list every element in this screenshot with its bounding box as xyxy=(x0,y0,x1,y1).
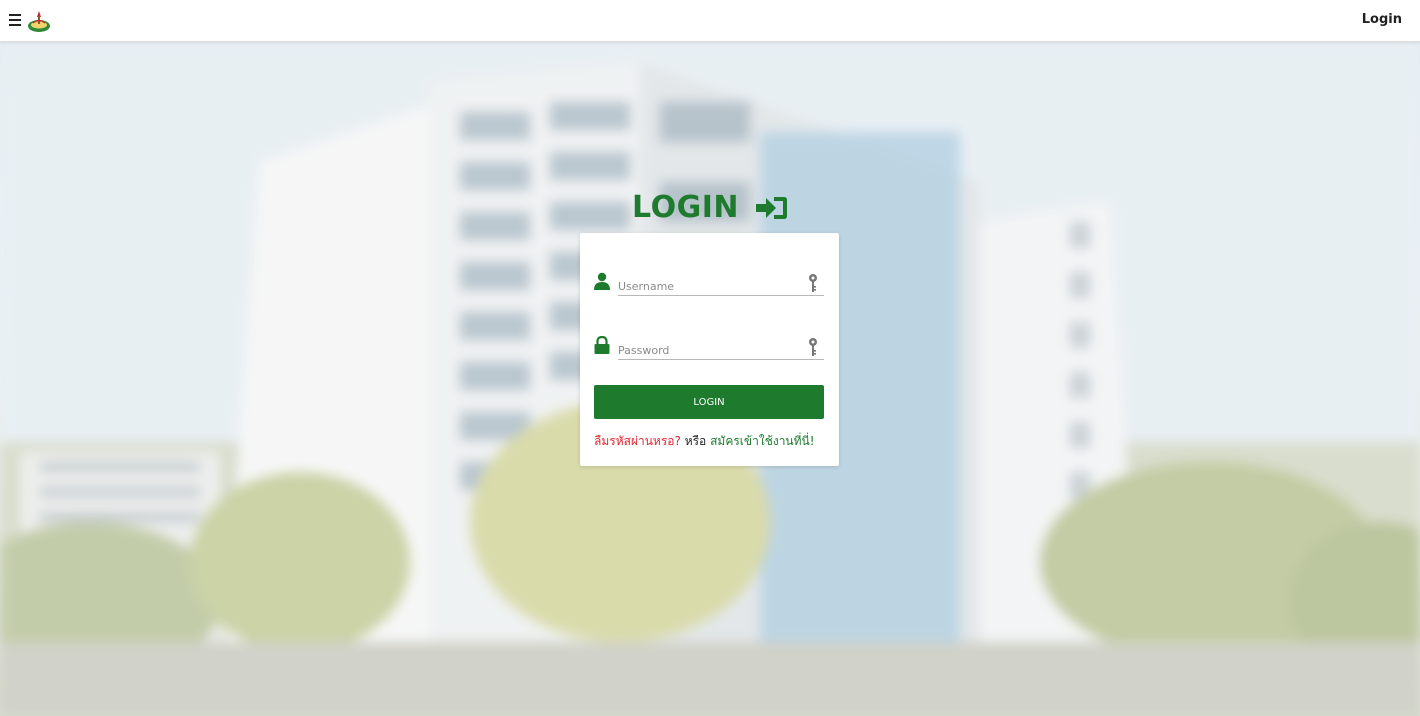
username-input[interactable] xyxy=(618,270,824,296)
top-navbar: Login xyxy=(0,0,1420,42)
login-card: LOGIN ลืมรหัสผ่านหรอ? หรือ สมัครเข้าใช้ง… xyxy=(580,233,839,466)
login-heading: LOGIN xyxy=(0,190,1420,225)
user-icon xyxy=(594,272,610,290)
key-icon[interactable] xyxy=(808,337,818,357)
key-icon[interactable] xyxy=(808,273,818,293)
university-logo-icon[interactable] xyxy=(26,8,52,34)
forgot-password-link[interactable]: ลืมรหัสผ่านหรอ? xyxy=(594,434,681,448)
nav-login-link[interactable]: Login xyxy=(1362,12,1402,27)
login-button[interactable]: LOGIN xyxy=(594,385,824,419)
password-input[interactable] xyxy=(618,334,824,360)
account-links: ลืมรหัสผ่านหรอ? หรือ สมัครเข้าใช้งานที่น… xyxy=(594,432,815,451)
register-link[interactable]: สมัครเข้าใช้งานที่นี่! xyxy=(710,434,814,448)
password-field-group xyxy=(594,334,824,364)
hamburger-menu-icon[interactable] xyxy=(9,14,21,26)
or-separator: หรือ xyxy=(684,434,707,448)
username-field-group xyxy=(594,270,824,300)
sign-in-icon xyxy=(755,197,787,219)
lock-icon xyxy=(594,336,610,354)
login-title-text: LOGIN xyxy=(632,190,739,225)
